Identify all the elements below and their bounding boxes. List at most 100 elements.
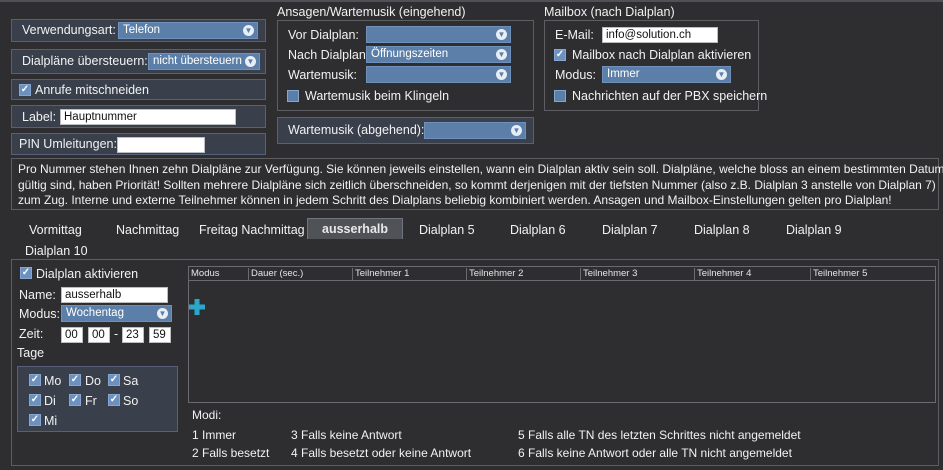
pbx-label: Nachrichten auf der PBX speichern	[572, 89, 768, 103]
label-label: Label:	[22, 110, 57, 124]
verwendungsart-value: Telefon	[123, 24, 161, 36]
vor-dialplan-select[interactable]: ▼	[366, 26, 511, 43]
plan-name-input[interactable]: ausserhalb	[61, 287, 168, 303]
modi-item-1: 1 Immer	[192, 428, 237, 442]
chevron-down-icon: ▼	[245, 56, 256, 67]
chevron-down-icon: ▼	[716, 69, 727, 80]
tab-vormittag[interactable]: Vormittag	[29, 222, 82, 238]
tab-dialplan-7[interactable]: Dialplan 7	[602, 222, 658, 238]
mailbox-aktivieren-checkbox[interactable]: ✓	[554, 49, 566, 61]
day-so-checkbox[interactable]: ✓	[108, 394, 120, 406]
col-header-teilnehmer-4: Teilnehmer 4	[694, 268, 810, 280]
klingeln-label: Wartemusik beim Klingeln	[305, 89, 450, 103]
abgehend-select[interactable]: ▼	[424, 122, 526, 139]
nach-dialplan-label: Nach Dialplan:	[288, 48, 370, 62]
label-panel: Label: Hauptnummer	[11, 105, 266, 128]
anrufe-panel: ✓ Anrufe mitschneiden	[11, 79, 266, 100]
day-mi-label: Mi	[44, 414, 58, 428]
modi-item-6: 6 Falls keine Antwort oder alle TN nicht…	[518, 446, 792, 460]
chevron-down-icon: ▼	[243, 25, 254, 36]
zeit-to-minute[interactable]: 59	[149, 327, 171, 343]
klingeln-checkbox[interactable]	[287, 90, 299, 102]
plan-modus-select[interactable]: Wochentag ▼	[61, 305, 172, 322]
nach-dialplan-select[interactable]: Öffnungszeiten ▼	[366, 46, 511, 63]
col-header-modus: Modus	[191, 268, 220, 279]
mailbox-modus-label: Modus:	[555, 68, 596, 82]
steps-table	[188, 266, 936, 403]
tab-dialplan-5[interactable]: Dialplan 5	[419, 222, 475, 238]
tab-freitag-nachmittag[interactable]: Freitag Nachmittag	[199, 222, 305, 238]
dialplaene-label: Dialpläne übersteuern:	[22, 54, 148, 68]
pin-input[interactable]	[117, 137, 205, 153]
dialplaene-value: nicht übersteuern	[153, 55, 242, 67]
modi-item-5: 5 Falls alle TN des letzten Schrittes ni…	[518, 428, 801, 442]
tab-nachmittag[interactable]: Nachmittag	[116, 222, 179, 238]
email-label: E-Mail:	[555, 28, 594, 42]
label-input[interactable]: Hauptnummer	[60, 109, 236, 125]
app-window: { "general": { "verwendungsart_label": "…	[0, 0, 943, 470]
zeit-to-hour[interactable]: 23	[122, 327, 144, 343]
pin-panel: PIN Umleitungen:	[11, 133, 266, 155]
plan-modus-value: Wochentag	[66, 307, 124, 319]
info-box: Pro Nummer stehen Ihnen zehn Dialpläne z…	[11, 158, 943, 210]
vor-dialplan-label: Vor Dialplan:	[288, 28, 359, 42]
plus-icon[interactable]	[189, 299, 205, 315]
day-sa-label: Sa	[123, 374, 139, 388]
zeit-label: Zeit:	[19, 327, 44, 341]
dialplaene-panel: Dialpläne übersteuern: nicht übersteuern…	[11, 49, 266, 74]
mailbox-group: E-Mail: info@solution.ch ✓ Mailbox nach …	[544, 20, 767, 111]
verwendungsart-select[interactable]: Telefon ▼	[118, 22, 258, 39]
day-sa-checkbox[interactable]: ✓	[108, 374, 120, 386]
tab-ausserhalb[interactable]: ausserhalb	[307, 218, 404, 239]
info-line-3: zum Zug. Interne und externe Teilnehmer …	[18, 193, 892, 207]
tage-label: Tage	[17, 346, 45, 360]
chevron-down-icon: ▼	[496, 29, 507, 40]
zeit-dash: -	[114, 327, 119, 341]
ansagen-title: Ansagen/Wartemusik (eingehend)	[277, 5, 466, 19]
top-edge	[0, 0, 943, 2]
tab-dialplan-8[interactable]: Dialplan 8	[694, 222, 750, 238]
email-input[interactable]: info@solution.ch	[602, 27, 718, 43]
zeit-from-hour[interactable]: 00	[61, 327, 83, 343]
chevron-down-icon: ▼	[511, 125, 522, 136]
tab-dialplan-9[interactable]: Dialplan 9	[786, 222, 842, 238]
abgehend-label: Wartemusik (abgehend):	[288, 123, 425, 137]
day-fr-checkbox[interactable]: ✓	[69, 394, 81, 406]
mailbox-title: Mailbox (nach Dialplan)	[544, 5, 675, 19]
mailbox-modus-select[interactable]: Immer ▼	[602, 66, 731, 83]
plan-name-label: Name:	[19, 288, 56, 302]
info-line-1: Pro Nummer stehen Ihnen zehn Dialpläne z…	[18, 162, 943, 176]
day-mo-label: Mo	[44, 374, 62, 388]
col-header-teilnehmer-2: Teilnehmer 2	[466, 268, 580, 280]
modi-title: Modi:	[192, 408, 222, 422]
anrufe-checkbox[interactable]: ✓	[19, 84, 31, 96]
chevron-down-icon: ▼	[496, 69, 507, 80]
chevron-down-icon: ▼	[496, 49, 507, 60]
plan-modus-label: Modus:	[19, 307, 60, 321]
dialplan-aktivieren-checkbox[interactable]: ✓	[20, 267, 32, 279]
day-di-checkbox[interactable]: ✓	[29, 394, 41, 406]
wartemusik-label: Wartemusik:	[288, 68, 357, 82]
wartemusik-select[interactable]: ▼	[366, 66, 511, 83]
modi-item-4: 4 Falls besetzt oder keine Antwort	[291, 446, 472, 460]
mailbox-aktivieren-label: Mailbox nach Dialplan aktivieren	[572, 48, 752, 62]
col-header-teilnehmer-5: Teilnehmer 5	[810, 268, 935, 280]
modi-item-2: 2 Falls besetzt	[192, 446, 270, 460]
day-mi-checkbox[interactable]: ✓	[29, 414, 41, 426]
tab-dialplan-6[interactable]: Dialplan 6	[510, 222, 566, 238]
day-do-checkbox[interactable]: ✓	[69, 374, 81, 386]
col-header-teilnehmer-1: Teilnehmer 1	[352, 268, 466, 280]
pbx-checkbox[interactable]	[554, 90, 566, 102]
info-text: Pro Nummer stehen Ihnen zehn Dialpläne z…	[18, 162, 943, 209]
day-mo-checkbox[interactable]: ✓	[29, 374, 41, 386]
verwendungsart-panel: Verwendungsart: Telefon ▼	[11, 19, 266, 42]
tab-dialplan-10[interactable]: Dialplan 10	[25, 243, 88, 259]
day-di-label: Di	[44, 394, 56, 408]
dialplaene-select[interactable]: nicht übersteuern ▼	[148, 53, 260, 70]
zeit-from-minute[interactable]: 00	[88, 327, 110, 343]
info-line-2: gültig sind, haben Priorität! Sollten me…	[18, 177, 936, 192]
day-do-label: Do	[85, 374, 101, 388]
col-header-dauer: Dauer (sec.)	[248, 268, 352, 280]
day-so-label: So	[123, 394, 139, 408]
tage-panel: ✓ Mo ✓ Do ✓ Sa ✓ Di ✓ Fr ✓ So ✓ Mi	[17, 366, 178, 432]
